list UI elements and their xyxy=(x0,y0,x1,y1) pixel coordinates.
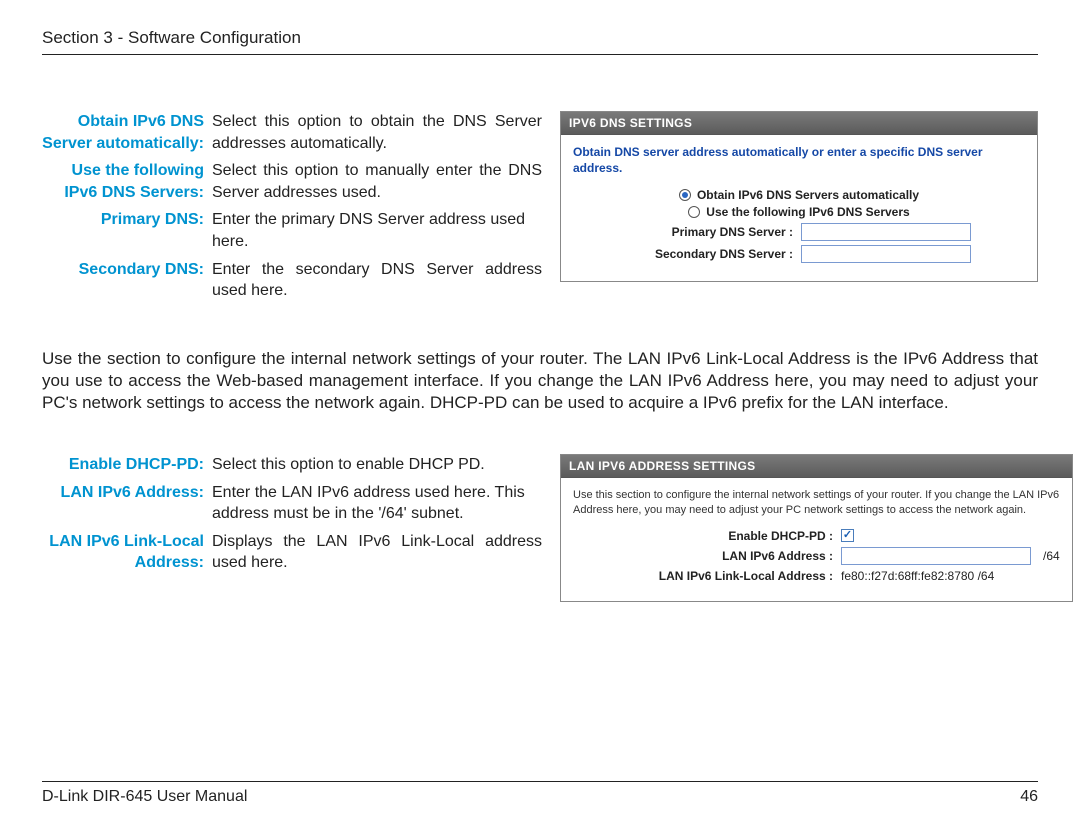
lan-ipv6-link-local-value: fe80::f27d:68ff:fe82:8780 /64 xyxy=(841,569,994,583)
secondary-dns-label: Secondary DNS Server : xyxy=(573,247,793,261)
def-label: Enable DHCP-PD: xyxy=(42,454,212,476)
def-label: Use the following IPv6 DNS Servers: xyxy=(42,160,212,203)
panel-header: IPV6 DNS SETTINGS xyxy=(561,112,1037,135)
panel-header: LAN IPV6 ADDRESS SETTINGS xyxy=(561,455,1072,478)
enable-dhcp-pd-label: Enable DHCP-PD : xyxy=(573,529,833,543)
lan-ipv6-link-local-label: LAN IPv6 Link-Local Address : xyxy=(573,569,833,583)
radio-label: Obtain IPv6 DNS Servers automatically xyxy=(697,188,919,202)
def-value: Select this option to enable DHCP PD. xyxy=(212,454,542,476)
primary-dns-label: Primary DNS Server : xyxy=(573,225,793,239)
ipv6-dns-settings-panel: IPV6 DNS SETTINGS Obtain DNS server addr… xyxy=(560,111,1038,282)
def-label: Primary DNS: xyxy=(42,209,212,252)
lan-ipv6-address-settings-panel: LAN IPV6 ADDRESS SETTINGS Use this secti… xyxy=(560,454,1073,602)
footer-left: D-Link DIR-645 User Manual xyxy=(42,788,247,806)
def-label: LAN IPv6 Address: xyxy=(42,482,212,525)
page-number: 46 xyxy=(1020,788,1038,806)
def-value: Displays the LAN IPv6 Link-Local address… xyxy=(212,531,542,574)
def-label: Secondary DNS: xyxy=(42,259,212,302)
page-footer: D-Link DIR-645 User Manual 46 xyxy=(42,781,1038,806)
definitions-block-2: Enable DHCP-PD: Select this option to en… xyxy=(42,454,542,580)
section-header: Section 3 - Software Configuration xyxy=(42,28,1038,48)
obtain-dns-auto-radio[interactable] xyxy=(679,189,691,201)
header-rule xyxy=(42,54,1038,55)
lan-description-paragraph: Use the section to configure the interna… xyxy=(42,348,1038,414)
definitions-block-1: Obtain IPv6 DNS Server automatically: Se… xyxy=(42,111,542,308)
lan-ipv6-address-input[interactable] xyxy=(841,547,1031,565)
def-value: Select this option to manually enter the… xyxy=(212,160,542,203)
subnet-suffix: /64 xyxy=(1043,549,1060,563)
use-following-dns-radio[interactable] xyxy=(688,206,700,218)
def-label: LAN IPv6 Link-Local Address: xyxy=(42,531,212,574)
enable-dhcp-pd-checkbox[interactable] xyxy=(841,529,854,542)
panel-description: Use this section to configure the intern… xyxy=(573,488,1060,519)
def-value: Enter the primary DNS Server address use… xyxy=(212,209,542,252)
def-value: Enter the LAN IPv6 address used here. Th… xyxy=(212,482,542,525)
primary-dns-input[interactable] xyxy=(801,223,971,241)
def-value: Enter the secondary DNS Server address u… xyxy=(212,259,542,302)
def-value: Select this option to obtain the DNS Ser… xyxy=(212,111,542,154)
radio-label: Use the following IPv6 DNS Servers xyxy=(706,205,909,219)
secondary-dns-input[interactable] xyxy=(801,245,971,263)
lan-ipv6-address-label: LAN IPv6 Address : xyxy=(573,549,833,563)
def-label: Obtain IPv6 DNS Server automatically: xyxy=(42,111,212,154)
footer-rule xyxy=(42,781,1038,782)
panel-note: Obtain DNS server address automatically … xyxy=(573,145,1025,176)
